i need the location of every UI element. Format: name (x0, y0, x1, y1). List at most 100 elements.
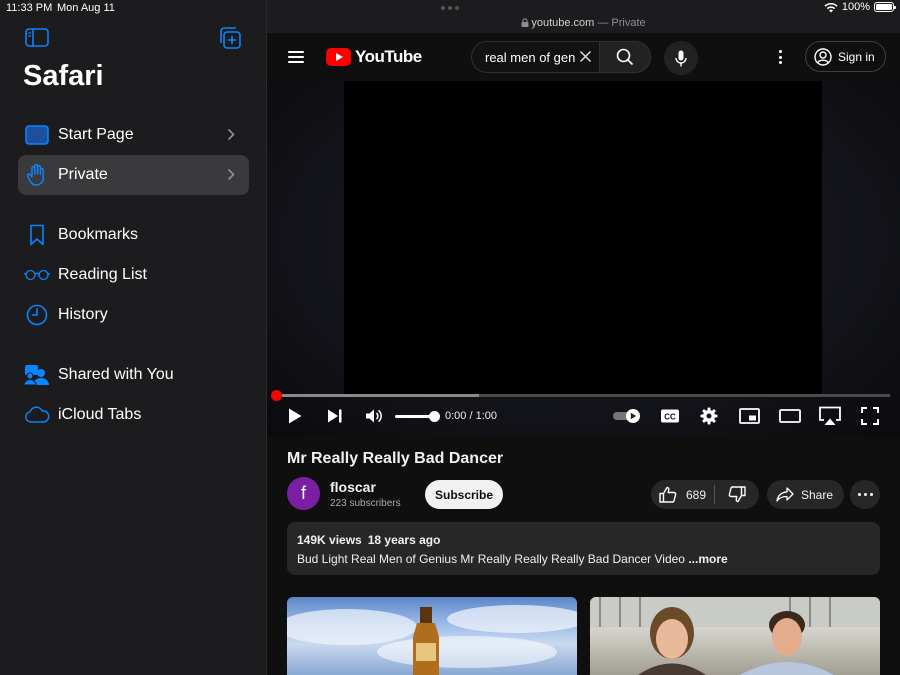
sidebar-item-private[interactable]: Private (18, 155, 249, 195)
battery-percent: 100% (841, 1, 870, 13)
description-text: Bud Light Real Men of Genius Mr Really R… (297, 552, 870, 566)
play-icon (289, 408, 302, 424)
cloud-icon (24, 402, 50, 428)
youtube-header: YouTube real men of gen Sign in (267, 33, 900, 81)
share-button[interactable]: Share (767, 480, 844, 509)
status-right: 100% (824, 1, 896, 13)
autoplay-toggle[interactable] (612, 405, 642, 427)
sidebar-item-label: Shared with You (58, 366, 174, 383)
volume-icon (366, 409, 382, 423)
channel-avatar[interactable]: f (287, 477, 320, 510)
clock-icon (24, 302, 50, 328)
channel-name[interactable]: floscar (330, 479, 376, 495)
sidebar-item-start-page[interactable]: Start Page (18, 115, 249, 155)
url-text[interactable]: youtube.com — Private (267, 17, 900, 29)
voice-search-button[interactable] (664, 41, 698, 75)
time-display: 0:00 / 1:00 (445, 410, 497, 422)
glasses-icon (24, 262, 50, 288)
start-page-icon (24, 122, 50, 148)
sidebar-item-label: History (58, 306, 108, 323)
hand-icon (24, 162, 50, 188)
airplay-icon (819, 406, 841, 425)
clear-search-icon[interactable] (579, 50, 592, 63)
dislike-button[interactable] (715, 480, 759, 509)
url-mode: — Private (594, 17, 646, 29)
sidebar-toggle-icon[interactable] (25, 27, 49, 49)
thumbnail-image (287, 605, 577, 675)
more-actions-button[interactable] (850, 480, 880, 509)
play-button[interactable] (287, 405, 303, 427)
search-button[interactable] (599, 41, 651, 73)
lock-icon (521, 18, 529, 27)
status-time: 11:33 PM (6, 2, 53, 14)
fullscreen-button[interactable] (861, 405, 879, 427)
volume-slider[interactable] (395, 411, 440, 422)
volume-knob[interactable] (429, 411, 440, 422)
sidebar-item-history[interactable]: History (18, 295, 249, 335)
miniplayer-icon (739, 408, 760, 424)
youtube-logo-text: YouTube (355, 47, 422, 66)
chevron-right-icon (227, 128, 235, 141)
sidebar-item-icloud-tabs[interactable]: iCloud Tabs (18, 395, 249, 435)
next-button[interactable] (327, 405, 343, 427)
theater-mode-button[interactable] (779, 405, 801, 427)
bookmark-icon (24, 222, 50, 248)
sidebar-item-label: Bookmarks (58, 226, 139, 243)
sidebar-item-label: Reading List (58, 266, 147, 283)
captions-button[interactable]: CC (660, 405, 680, 427)
sidebar-item-shared-with-you[interactable]: Shared with You (18, 355, 249, 395)
subscriber-count: 223 subscribers (330, 498, 401, 509)
video-meta: 149K views 18 years ago (297, 533, 870, 547)
like-dislike-group: 689 (651, 480, 759, 509)
video-player[interactable]: 0:00 / 1:00 CC (267, 81, 900, 436)
like-count: 689 (686, 487, 707, 502)
upload-age: 18 years ago (367, 533, 441, 547)
progress-bar[interactable] (271, 390, 890, 401)
settings-button[interactable] (700, 405, 718, 427)
sidebar-item-reading-list[interactable]: Reading List (18, 255, 249, 295)
youtube-logo[interactable]: YouTube (326, 47, 422, 67)
theater-mode-icon (779, 409, 801, 423)
sidebar-item-label: iCloud Tabs (58, 406, 142, 423)
fullscreen-icon (861, 407, 879, 425)
autoplay-toggle-icon (613, 409, 640, 423)
sidebar-item-bookmarks[interactable]: Bookmarks (18, 215, 249, 255)
related-video-thumbnail[interactable] (590, 597, 880, 675)
account-icon (814, 47, 832, 66)
search-icon (616, 48, 634, 66)
view-count: 149K views (297, 533, 362, 547)
battery-icon (874, 2, 896, 12)
sign-in-label: Sign in (838, 49, 875, 64)
status-bar: 11:33 PM Mon Aug 11 100% (0, 0, 900, 16)
mute-button[interactable] (365, 405, 383, 427)
status-date: Mon Aug 11 (57, 2, 115, 14)
menu-icon[interactable] (288, 51, 304, 63)
video-title: Mr Really Really Bad Dancer (287, 450, 504, 467)
svg-text:CC: CC (664, 413, 676, 422)
miniplayer-button[interactable] (739, 405, 760, 427)
description-snippet: Bud Light Real Men of Genius Mr Really R… (297, 552, 689, 566)
new-tab-group-icon[interactable] (219, 27, 243, 49)
microphone-icon (675, 50, 687, 66)
sign-in-button[interactable]: Sign in (805, 41, 886, 72)
more-options-icon[interactable] (779, 50, 783, 64)
video-frame[interactable] (344, 81, 822, 396)
thumbnail-image (590, 597, 880, 675)
skip-next-icon (328, 409, 342, 423)
airplay-button[interactable] (818, 405, 842, 427)
subscribe-button[interactable]: Subscribe (425, 480, 503, 509)
description-box[interactable]: 149K views 18 years ago Bud Light Real Me… (287, 522, 880, 575)
like-button[interactable]: 689 (651, 480, 713, 509)
show-more-link[interactable]: ...more (688, 552, 727, 566)
gear-icon (700, 407, 718, 425)
related-video-thumbnail[interactable] (287, 597, 577, 675)
url-host: youtube.com (531, 17, 595, 29)
share-arrow-icon (776, 487, 794, 502)
progress-scrubber[interactable] (271, 390, 282, 401)
browser-window: youtube.com — Private YouTube real men o… (267, 0, 900, 675)
shared-people-icon (24, 362, 50, 388)
closed-captions-icon: CC (661, 409, 679, 423)
thumbs-up-icon (659, 486, 677, 503)
progress-buffered (276, 394, 479, 397)
safari-sidebar: Safari Start Page Private Bookmarks Read… (0, 0, 267, 675)
